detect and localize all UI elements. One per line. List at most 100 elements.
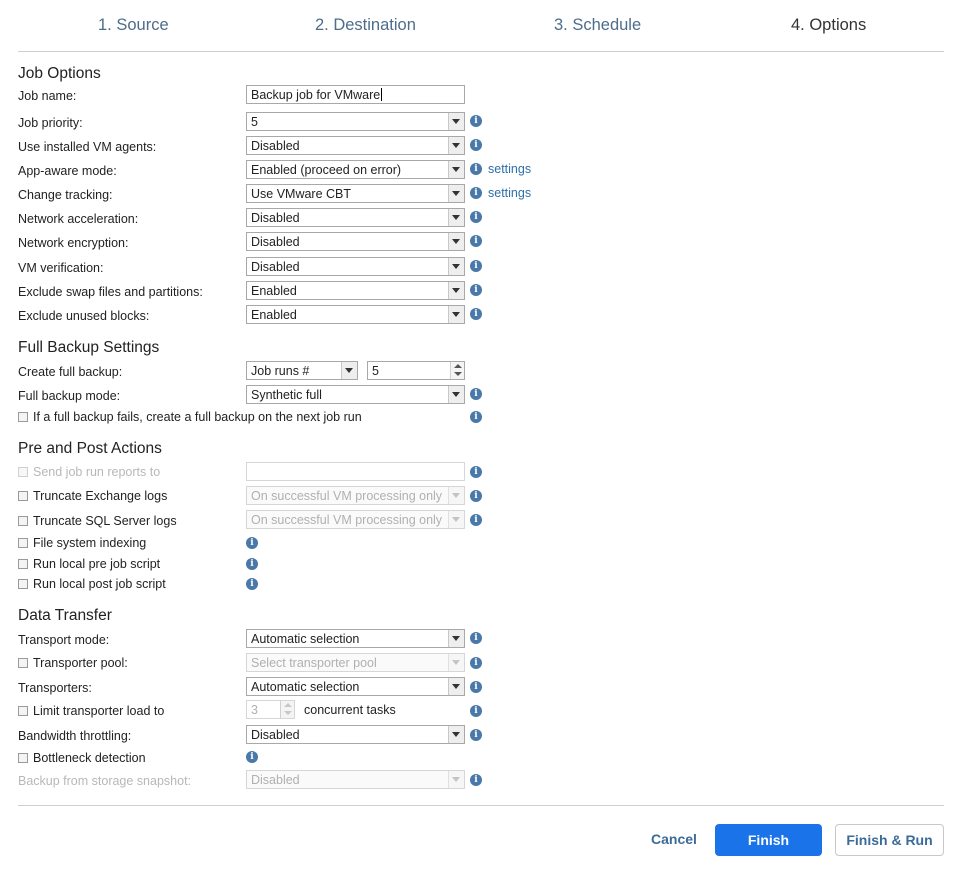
create-full-backup-select[interactable]: Job runs #	[246, 361, 358, 380]
chevron-down-icon	[448, 511, 464, 528]
pre-script-label: Run local pre job script	[33, 557, 161, 571]
step-destination[interactable]: 2. Destination	[315, 16, 416, 35]
info-icon[interactable]: i	[470, 284, 482, 296]
full-backup-mode-select[interactable]: Synthetic full	[246, 385, 465, 404]
truncate-exchange-checkbox-row[interactable]: Truncate Exchange logs	[18, 489, 167, 503]
post-script-checkbox[interactable]	[18, 579, 28, 589]
truncate-exchange-select: On successful VM processing only	[246, 486, 465, 505]
change-tracking-select[interactable]: Use VMware CBT	[246, 184, 465, 203]
app-aware-settings-link[interactable]: settings	[488, 162, 531, 176]
vm-verification-label: VM verification:	[18, 261, 104, 275]
full-backup-fail-checkbox-row[interactable]: If a full backup fails, create a full ba…	[18, 410, 362, 424]
network-acceleration-select[interactable]: Disabled	[246, 208, 465, 227]
bandwidth-label: Bandwidth throttling:	[18, 729, 132, 743]
chevron-down-icon	[448, 654, 464, 671]
info-icon[interactable]: i	[470, 163, 482, 175]
storage-snapshot-label: Backup from storage snapshot:	[18, 774, 192, 788]
truncate-sql-select: On successful VM processing only	[246, 510, 465, 529]
pre-script-checkbox-row[interactable]: Run local pre job script	[18, 557, 160, 571]
info-icon[interactable]: i	[246, 558, 258, 570]
info-icon[interactable]: i	[246, 537, 258, 549]
job-priority-label: Job priority:	[18, 116, 83, 130]
vm-agents-select[interactable]: Disabled	[246, 136, 465, 155]
change-tracking-settings-link[interactable]: settings	[488, 186, 531, 200]
info-icon[interactable]: i	[470, 632, 482, 644]
info-icon[interactable]: i	[470, 657, 482, 669]
full-backup-count-stepper[interactable]: 5	[367, 361, 465, 380]
info-icon[interactable]: i	[246, 578, 258, 590]
fs-indexing-checkbox-row[interactable]: File system indexing	[18, 536, 146, 550]
info-icon[interactable]: i	[470, 466, 482, 478]
step-options[interactable]: 4. Options	[791, 16, 866, 35]
transport-mode-label: Transport mode:	[18, 633, 110, 647]
info-icon[interactable]: i	[470, 705, 482, 717]
info-icon[interactable]: i	[470, 681, 482, 693]
storage-snapshot-select: Disabled	[246, 770, 465, 789]
transporter-pool-checkbox[interactable]	[18, 658, 28, 668]
info-icon[interactable]: i	[470, 115, 482, 127]
footer-divider	[18, 805, 944, 806]
transporters-select[interactable]: Automatic selection	[246, 677, 465, 696]
info-icon[interactable]: i	[470, 211, 482, 223]
chevron-down-icon	[448, 233, 464, 250]
bottleneck-checkbox[interactable]	[18, 753, 28, 763]
fs-indexing-checkbox[interactable]	[18, 538, 28, 548]
chevron-down-icon	[448, 386, 464, 403]
bandwidth-select[interactable]: Disabled	[246, 725, 465, 744]
info-icon[interactable]: i	[246, 751, 258, 763]
exclude-unused-select[interactable]: Enabled	[246, 305, 465, 324]
truncate-sql-checkbox-row[interactable]: Truncate SQL Server logs	[18, 514, 177, 528]
finish-and-run-button[interactable]: Finish & Run	[835, 824, 944, 856]
job-options-title: Job Options	[18, 65, 101, 82]
info-icon[interactable]: i	[470, 388, 482, 400]
send-reports-checkbox	[18, 467, 28, 477]
job-priority-select[interactable]: 5	[246, 112, 465, 131]
stepper-arrows-icon	[280, 701, 294, 718]
limit-load-checkbox[interactable]	[18, 706, 28, 716]
chevron-down-icon	[448, 282, 464, 299]
step-source[interactable]: 1. Source	[98, 16, 169, 35]
full-backup-fail-checkbox[interactable]	[18, 412, 28, 422]
step-schedule[interactable]: 3. Schedule	[554, 16, 641, 35]
vm-verification-select[interactable]: Disabled	[246, 257, 465, 276]
chevron-down-icon	[448, 771, 464, 788]
post-script-label: Run local post job script	[33, 577, 166, 591]
pre-post-title: Pre and Post Actions	[18, 440, 162, 457]
transport-mode-select[interactable]: Automatic selection	[246, 629, 465, 648]
chevron-down-icon	[448, 185, 464, 202]
info-icon[interactable]: i	[470, 308, 482, 320]
finish-button[interactable]: Finish	[715, 824, 822, 856]
job-name-input[interactable]: Backup job for VMware	[246, 85, 465, 104]
post-script-checkbox-row[interactable]: Run local post job script	[18, 577, 166, 591]
info-icon[interactable]: i	[470, 490, 482, 502]
info-icon[interactable]: i	[470, 260, 482, 272]
stepper-arrows-icon[interactable]	[450, 362, 464, 379]
chevron-down-icon	[341, 362, 357, 379]
send-reports-checkbox-row: Send job run reports to	[18, 465, 160, 479]
info-icon[interactable]: i	[470, 411, 482, 423]
bottleneck-label: Bottleneck detection	[33, 751, 146, 765]
info-icon[interactable]: i	[470, 235, 482, 247]
limit-load-checkbox-row[interactable]: Limit transporter load to	[18, 704, 164, 718]
exclude-swap-select[interactable]: Enabled	[246, 281, 465, 300]
truncate-exchange-checkbox[interactable]	[18, 491, 28, 501]
app-aware-select[interactable]: Enabled (proceed on error)	[246, 160, 465, 179]
chevron-down-icon	[448, 161, 464, 178]
transporter-pool-checkbox-row[interactable]: Transporter pool:	[18, 656, 128, 670]
info-icon[interactable]: i	[470, 514, 482, 526]
pre-script-checkbox[interactable]	[18, 559, 28, 569]
network-acceleration-label: Network acceleration:	[18, 212, 139, 226]
network-encryption-select[interactable]: Disabled	[246, 232, 465, 251]
info-icon[interactable]: i	[470, 187, 482, 199]
info-icon[interactable]: i	[470, 139, 482, 151]
info-icon[interactable]: i	[470, 729, 482, 741]
full-backup-mode-label: Full backup mode:	[18, 389, 121, 403]
cancel-button[interactable]: Cancel	[651, 831, 697, 847]
info-icon[interactable]: i	[470, 774, 482, 786]
wizard-steps: 1. Source 2. Destination 3. Schedule 4. …	[18, 0, 944, 52]
bottleneck-checkbox-row[interactable]: Bottleneck detection	[18, 751, 146, 765]
truncate-sql-checkbox[interactable]	[18, 516, 28, 526]
transporters-label: Transporters:	[18, 681, 92, 695]
exclude-unused-label: Exclude unused blocks:	[18, 309, 150, 323]
data-transfer-title: Data Transfer	[18, 607, 112, 624]
